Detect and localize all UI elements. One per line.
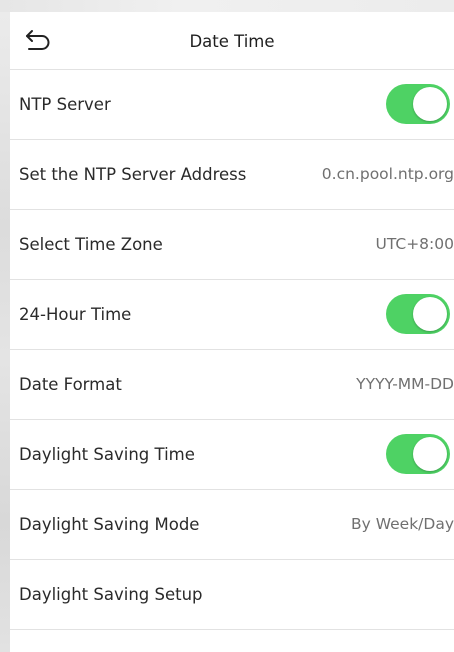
toggle-knob: [413, 87, 447, 121]
daylight-saving-mode-value: By Week/Day: [350, 515, 454, 533]
date-format-row[interactable]: Date Format YYYY-MM-DD: [10, 350, 454, 420]
ntp-address-label: Set the NTP Server Address: [19, 165, 247, 184]
date-format-value: YYYY-MM-DD: [356, 375, 454, 393]
daylight-saving-time-toggle[interactable]: [386, 434, 450, 474]
daylight-saving-mode-label: Daylight Saving Mode: [19, 515, 200, 534]
time-zone-value: UTC+8:00: [375, 235, 454, 253]
ntp-address-value: 0.cn.pool.ntp.org: [321, 165, 454, 183]
background-top: [0, 0, 454, 12]
daylight-saving-time-row[interactable]: Daylight Saving Time: [10, 420, 454, 490]
ntp-server-label: NTP Server: [19, 95, 111, 114]
ntp-address-row[interactable]: Set the NTP Server Address 0.cn.pool.ntp…: [10, 140, 454, 210]
toggle-knob: [413, 297, 447, 331]
toggle-knob: [413, 437, 447, 471]
daylight-saving-setup-label: Daylight Saving Setup: [19, 585, 203, 604]
24-hour-time-label: 24-Hour Time: [19, 305, 132, 324]
page-title: Date Time: [189, 32, 275, 51]
title-bar: Date Time: [10, 12, 454, 70]
daylight-saving-setup-row[interactable]: Daylight Saving Setup: [10, 560, 454, 630]
date-format-label: Date Format: [19, 375, 122, 394]
ntp-server-row[interactable]: NTP Server: [10, 70, 454, 140]
24-hour-time-row[interactable]: 24-Hour Time: [10, 280, 454, 350]
daylight-saving-time-label: Daylight Saving Time: [19, 445, 195, 464]
24-hour-time-toggle[interactable]: [386, 294, 450, 334]
time-zone-label: Select Time Zone: [19, 235, 163, 254]
date-time-screen: Date Time NTP Server Set the NTP Server …: [10, 12, 454, 652]
time-zone-row[interactable]: Select Time Zone UTC+8:00: [10, 210, 454, 280]
daylight-saving-mode-row[interactable]: Daylight Saving Mode By Week/Day: [10, 490, 454, 560]
background-left: [0, 0, 10, 652]
ntp-server-toggle[interactable]: [386, 84, 450, 124]
